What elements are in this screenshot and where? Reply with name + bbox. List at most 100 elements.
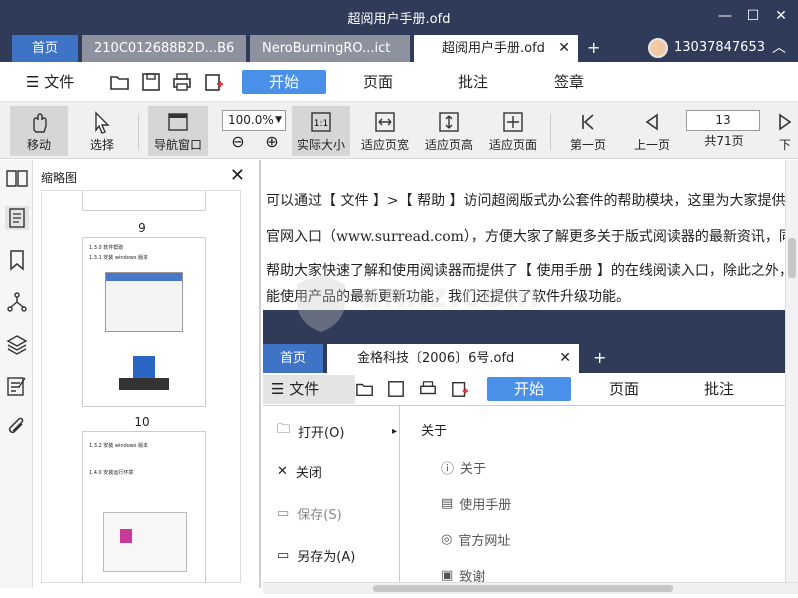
shield-icon xyxy=(297,274,345,332)
embedded-item-label: 官方网址 xyxy=(458,534,511,549)
watermark: anxz.com xyxy=(289,270,540,340)
actual-size-icon: 1:1 xyxy=(311,112,331,132)
embedded-about-panel: 关于 ⓘ 关于 ▤ 使用手册 ◎ 官方网址 ▣ 致谢 xyxy=(401,406,785,588)
save-as-icon: ▭ xyxy=(277,548,290,563)
minimize-icon[interactable]: — xyxy=(714,6,736,26)
menu-bar: ☰ 文件 开始 页面 批注 签章 xyxy=(0,62,798,102)
page-thumbnail-8[interactable] xyxy=(82,191,206,211)
thumbnail-image xyxy=(103,512,187,572)
vertical-scrollbar[interactable] xyxy=(785,160,798,588)
actual-size-button[interactable]: 1:1 实际大小 xyxy=(292,106,350,156)
user-name: 13037847653 xyxy=(674,40,765,55)
tab-signature[interactable]: 签章 xyxy=(554,70,584,94)
print-icon[interactable] xyxy=(171,72,193,92)
globe-icon: ◎ xyxy=(441,532,453,547)
embedded-about-item: ⓘ 关于 xyxy=(441,458,486,477)
chevron-up-icon[interactable]: ︿ xyxy=(768,38,790,58)
nav-window-button[interactable]: 导航窗口 xyxy=(148,106,208,156)
hamburger-icon: ☰ xyxy=(26,73,40,91)
svg-text:1:1: 1:1 xyxy=(314,119,328,129)
fit-height-label: 适应页高 xyxy=(424,138,473,152)
tab-start[interactable]: 开始 xyxy=(242,70,327,94)
thumbnail-panel: 缩略图 ✕ 9 1.3.0 软件帮助 1.3.1 安装 windows 版本 1… xyxy=(33,160,261,588)
vertical-scrollbar-thumb[interactable] xyxy=(788,238,796,278)
first-page-icon xyxy=(582,114,594,130)
fit-page-button[interactable]: 适应页面 xyxy=(486,106,540,156)
embedded-website-item: ◎ 官方网址 xyxy=(441,530,510,549)
prev-page-button[interactable]: 上一页 xyxy=(626,106,678,156)
tab-document-1[interactable]: 210C012688B2D...B6 xyxy=(82,35,246,62)
file-menu[interactable]: ☰ 文件 xyxy=(26,70,74,94)
embedded-tab-bar: 首页 金格科技〔2006〕6号.ofd ✕ xyxy=(263,342,785,373)
tab-home[interactable]: 首页 xyxy=(12,35,78,62)
layers-icon[interactable] xyxy=(5,332,29,356)
embedded-file-menu: ☰ 文件 xyxy=(263,375,355,404)
thumbnail-heading: 1.3.0 软件帮助 xyxy=(89,245,124,251)
tab-page[interactable]: 页面 xyxy=(363,70,393,94)
watermark-text: anxz.com xyxy=(359,276,540,316)
user-account[interactable]: 13037847653 xyxy=(648,34,765,61)
next-page-button[interactable]: 下 xyxy=(772,106,798,156)
annotation-list-icon[interactable] xyxy=(5,374,29,398)
open-folder-icon xyxy=(356,383,373,397)
horizontal-scrollbar-thumb[interactable] xyxy=(373,585,673,592)
move-label: 移动 xyxy=(26,138,51,152)
close-icon: ✕ xyxy=(559,350,571,366)
add-tab-button[interactable]: + xyxy=(587,33,600,62)
page-thumbnail-10[interactable]: 1.3.2 安装 windows 版本 1.4.0 安装运行环境 xyxy=(82,431,206,582)
structure-icon[interactable] xyxy=(5,290,29,314)
tab-document-active[interactable]: 超阅用户手册.ofd ✕ xyxy=(414,35,578,62)
document-view[interactable]: 可以通过【 文件 】>【 帮助 】访问超阅版式办公套件的帮助模块，这里为大家提供… xyxy=(263,160,785,588)
fit-width-button[interactable]: 适应页宽 xyxy=(358,106,412,156)
actual-size-label: 实际大小 xyxy=(296,138,345,152)
maximize-icon[interactable]: ☐ xyxy=(742,6,764,26)
tab-annotate[interactable]: 批注 xyxy=(458,70,488,94)
embedded-menu-label: 保存(S) xyxy=(297,508,342,523)
embedded-tab-page: 页面 xyxy=(609,380,640,398)
panel-title: 缩略图 xyxy=(41,171,78,185)
fit-width-icon xyxy=(375,112,395,132)
toolbar-divider xyxy=(138,114,139,150)
horizontal-scrollbar[interactable] xyxy=(263,582,798,594)
thumbnail-subheading: 1.3.1 安装 windows 版本 xyxy=(89,255,149,261)
bookmark-icon[interactable] xyxy=(5,248,29,272)
page-number-input[interactable]: 13 xyxy=(686,110,760,131)
select-button[interactable]: 选择 xyxy=(76,106,128,156)
tab-close-icon[interactable]: ✕ xyxy=(558,35,570,62)
page-thumbnail-9[interactable]: 1.3.0 软件帮助 1.3.1 安装 windows 版本 xyxy=(82,237,206,407)
embedded-add-tab: + xyxy=(593,348,607,367)
book-icon[interactable] xyxy=(5,166,29,190)
zoom-in-icon[interactable]: ⊕ xyxy=(260,132,284,156)
save-icon[interactable] xyxy=(140,72,162,92)
save-icon xyxy=(388,381,404,397)
zoom-select[interactable]: 100.0% ▼ xyxy=(222,110,286,131)
chevron-down-icon: ▼ xyxy=(275,115,282,125)
window-title: 超阅用户手册.ofd xyxy=(347,12,451,27)
embedded-screenshot: 首页 金格科技〔2006〕6号.ofd ✕ + ☰ 文件 开始 页面 批注 🗀 打… xyxy=(263,310,785,588)
attachment-icon[interactable] xyxy=(5,416,29,440)
next-page-label: 下 xyxy=(778,138,791,152)
fit-height-button[interactable]: 适应页高 xyxy=(422,106,476,156)
tab-document-2[interactable]: NeroBurningRO...ict xyxy=(250,35,410,62)
next-page-icon xyxy=(779,113,792,131)
first-page-button[interactable]: 第一页 xyxy=(562,106,614,156)
zoom-out-icon[interactable]: ⊖ xyxy=(226,132,250,156)
file-menu-label: 文件 xyxy=(44,73,75,91)
new-document-icon[interactable] xyxy=(203,72,225,92)
close-icon[interactable]: ✕ xyxy=(230,165,245,186)
thumbnail-image xyxy=(105,272,183,332)
hand-icon xyxy=(33,113,47,133)
move-button[interactable]: 移动 xyxy=(10,106,68,156)
cursor-icon xyxy=(95,111,110,134)
page-number: 10 xyxy=(134,415,150,429)
embedded-tab-label: 金格科技〔2006〕6号.ofd xyxy=(357,351,515,366)
thumbnail-heading: 1.3.2 安装 windows 版本 xyxy=(89,443,149,449)
tab-label: NeroBurningRO...ict xyxy=(262,41,391,56)
embedded-menu-label: 另存为(A) xyxy=(297,550,356,565)
close-icon[interactable]: ✕ xyxy=(770,6,792,26)
thumbnail-icon[interactable] xyxy=(5,206,29,230)
document-text-line: 官网入口（www.surread.com），方便大家了解更多关于版式阅读器的最新… xyxy=(266,229,785,245)
embedded-menu-save-as: ▭ 另存为(A) xyxy=(277,546,355,565)
embedded-tab-home: 首页 xyxy=(263,344,323,373)
open-folder-icon[interactable] xyxy=(109,72,131,92)
